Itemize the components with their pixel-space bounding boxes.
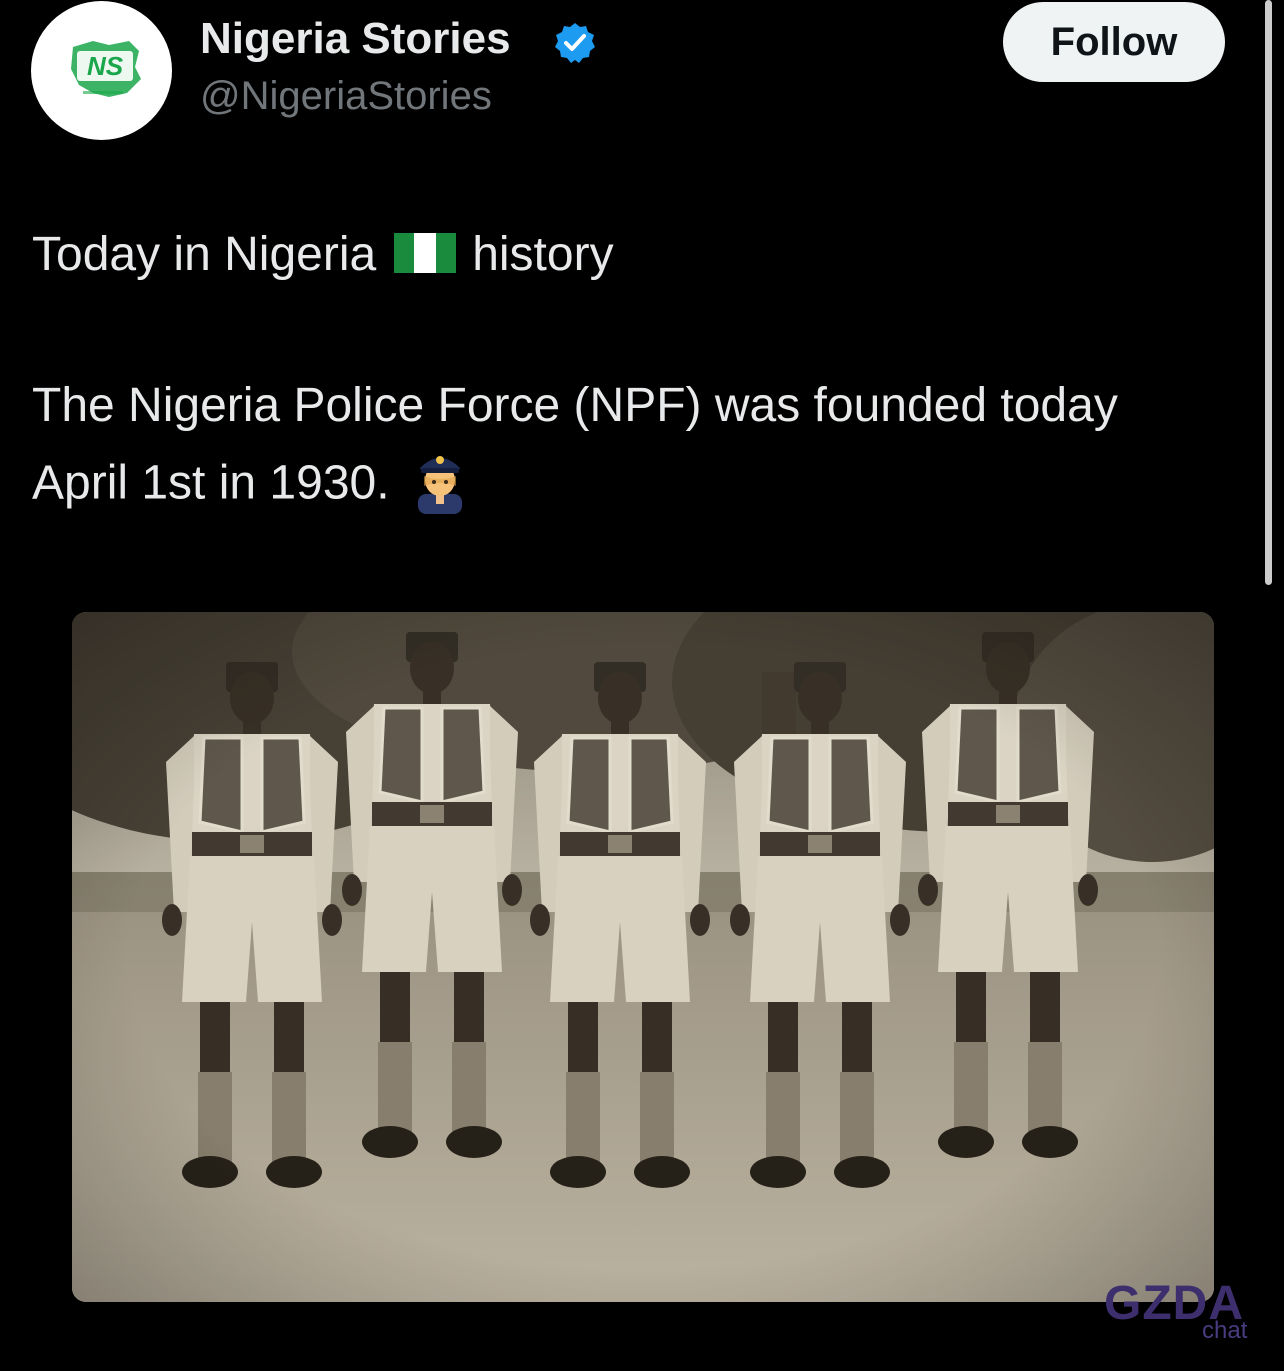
tweet-text-line-3: April 1st in 1930.: [32, 452, 468, 520]
tweet-photo[interactable]: [72, 612, 1214, 1302]
police-officers-photo-image: [72, 612, 1214, 1302]
nigeria-stories-logo-icon: NS: [71, 41, 141, 97]
tweet-text-history: history: [472, 228, 614, 281]
police-officer-icon: [417, 456, 462, 514]
author-avatar[interactable]: NS: [31, 1, 172, 140]
nigeria-flag-icon: [394, 233, 457, 274]
watermark-sub: chat: [1202, 1317, 1248, 1344]
tweet-text-line-2: The Nigeria Police Force (NPF) was found…: [32, 379, 1118, 432]
watermark: GZDA chat: [1104, 1276, 1254, 1346]
tweet-text-line-1: Today in Nigeria history: [32, 227, 614, 282]
verified-badge-icon: [555, 23, 595, 63]
follow-button[interactable]: Follow: [1003, 2, 1225, 82]
avatar-initials: NS: [87, 51, 124, 81]
author-handle[interactable]: @NigeriaStories: [200, 74, 492, 119]
tweet-text-date: April 1st in 1930.: [32, 456, 390, 510]
scrollbar[interactable]: [1265, 0, 1272, 585]
author-display-name[interactable]: Nigeria Stories: [200, 14, 511, 64]
tweet-text-intro: Today in Nigeria: [32, 228, 377, 281]
